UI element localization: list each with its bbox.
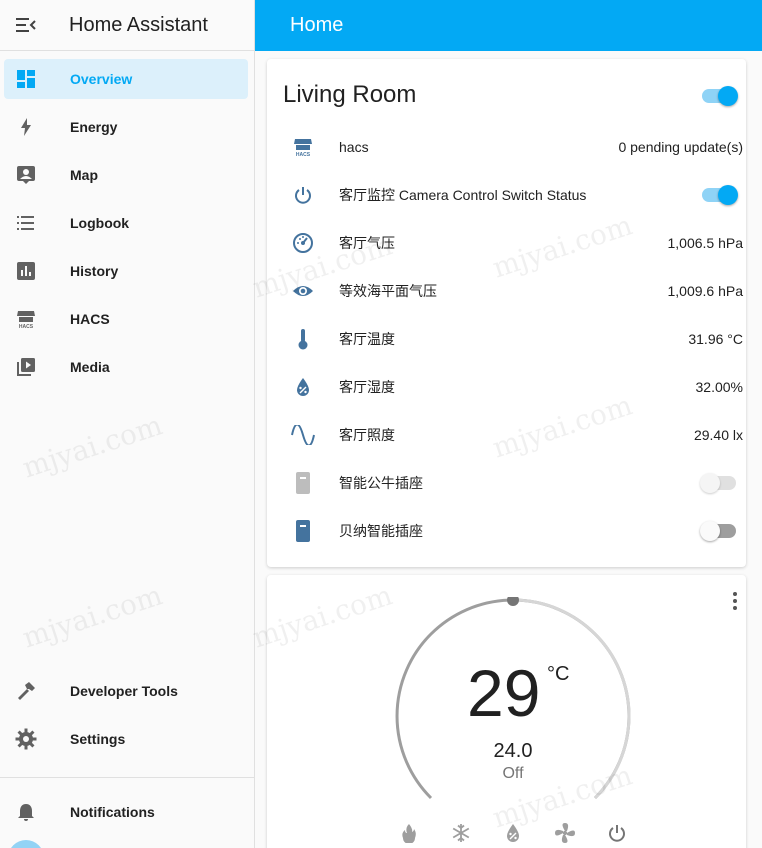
entity-value: 29.40 lx: [693, 427, 743, 443]
thermometer-icon: [291, 327, 315, 351]
sidebar-header: Home Assistant: [0, 0, 254, 51]
water-percent-icon[interactable]: [501, 821, 525, 845]
user-avatar[interactable]: [8, 840, 44, 848]
lightning-bolt-icon: [4, 117, 48, 137]
entity-row-hacs[interactable]: HACS hacs 0 pending update(s): [267, 127, 746, 167]
current-temperature: 29: [467, 656, 541, 730]
view-dashboard-icon: [4, 69, 48, 89]
sidebar-item-logbook[interactable]: Logbook: [4, 203, 248, 243]
eye-icon: [291, 279, 315, 303]
fan-icon[interactable]: [553, 821, 577, 845]
card-title: Living Room: [283, 81, 417, 108]
sidebar-item-map[interactable]: Map: [4, 155, 248, 195]
entity-name: 等效海平面气压: [339, 283, 437, 299]
sidebar-item-label: Settings: [70, 731, 126, 747]
bull-socket-toggle[interactable]: [700, 472, 738, 494]
entity-row-sea-level-pressure[interactable]: 等效海平面气压 1,009.6 hPa: [267, 271, 746, 311]
hacs-icon: HACS: [291, 135, 315, 159]
sidebar-item-hacs[interactable]: HACS HACS: [4, 299, 248, 339]
living-room-card: Living Room HACS hacs 0 pending update(s…: [267, 59, 746, 567]
menu-open-icon: [16, 18, 36, 32]
entity-row-pressure[interactable]: 客厅气压 1,006.5 hPa: [267, 223, 746, 263]
power-socket-icon: [291, 471, 315, 495]
play-box-multiple-icon: [4, 357, 48, 377]
entity-name: 智能公牛插座: [339, 475, 423, 491]
account-box-icon: [4, 165, 48, 185]
sidebar-item-label: HACS: [70, 311, 110, 327]
entity-value: 1,006.5 hPa: [667, 235, 743, 251]
master-toggle[interactable]: [700, 85, 738, 107]
format-list-bulleted-icon: [4, 213, 48, 233]
entity-value: 32.00%: [695, 379, 743, 395]
entity-name: 客厅湿度: [339, 379, 395, 395]
power-icon[interactable]: [605, 821, 629, 845]
hammer-icon: [4, 681, 48, 701]
sidebar-item-notifications[interactable]: Notifications: [4, 792, 248, 832]
hacs-icon: HACS: [4, 309, 48, 329]
more-options-icon[interactable]: [725, 589, 745, 613]
sidebar-item-history[interactable]: History: [4, 251, 248, 291]
page-title: Home: [290, 14, 344, 36]
cog-icon: [4, 728, 48, 750]
svg-text:HACS: HACS: [296, 152, 311, 157]
entity-name: 客厅气压: [339, 235, 395, 251]
menu-toggle-button[interactable]: [0, 0, 52, 51]
sidebar-item-overview[interactable]: Overview: [4, 59, 248, 99]
temperature-unit: °C: [547, 663, 570, 685]
bena-socket-toggle[interactable]: [700, 520, 738, 542]
sidebar-item-developer-tools[interactable]: Developer Tools: [4, 671, 248, 711]
sidebar-item-label: Logbook: [70, 215, 130, 231]
entity-name: 贝纳智能插座: [339, 523, 423, 539]
entity-row-humidity[interactable]: 客厅湿度 32.00%: [267, 367, 746, 407]
entity-row-camera-switch[interactable]: 客厅监控 Camera Control Switch Status: [267, 175, 746, 215]
sidebar-item-energy[interactable]: Energy: [4, 107, 248, 147]
top-app-bar: Home: [255, 0, 762, 51]
sidebar-item-label: Overview: [70, 71, 133, 87]
gauge-icon: [291, 231, 315, 255]
app-title: Home Assistant: [69, 13, 208, 36]
sidebar-item-label: Notifications: [70, 804, 155, 820]
thermostat-card: 29 °C 24.0 Off: [267, 575, 746, 848]
dial-handle[interactable]: [507, 597, 519, 606]
target-temperature: 24.0: [493, 740, 533, 762]
sidebar-divider: [0, 777, 254, 778]
power-icon: [291, 183, 315, 207]
sidebar-item-settings[interactable]: Settings: [4, 719, 248, 759]
sidebar-item-media[interactable]: Media: [4, 347, 248, 387]
fire-icon[interactable]: [397, 821, 421, 845]
entity-row-illuminance[interactable]: 客厅照度 29.40 lx: [267, 415, 746, 455]
entity-name: 客厅监控 Camera Control Switch Status: [339, 187, 587, 203]
entity-row-temperature[interactable]: 客厅温度 31.96 °C: [267, 319, 746, 359]
sidebar-item-label: Map: [70, 167, 98, 183]
camera-switch-toggle[interactable]: [700, 184, 738, 206]
entity-name: hacs: [339, 139, 369, 155]
snowflake-icon[interactable]: [449, 821, 473, 845]
sidebar-item-label: Developer Tools: [70, 683, 178, 699]
sine-wave-icon: [291, 423, 315, 447]
sidebar-item-label: Media: [70, 359, 110, 375]
entity-name: 客厅温度: [339, 331, 395, 347]
entity-row-bena-socket[interactable]: 贝纳智能插座: [267, 511, 746, 551]
power-socket-icon: [291, 519, 315, 543]
bell-icon: [4, 802, 48, 822]
svg-text:HACS: HACS: [19, 324, 34, 329]
sidebar-item-label: History: [70, 263, 119, 279]
entity-value: 1,009.6 hPa: [667, 283, 743, 299]
sidebar-item-label: Energy: [70, 119, 118, 135]
entity-row-bull-socket[interactable]: 智能公牛插座: [267, 463, 746, 503]
chart-box-icon: [4, 261, 48, 281]
entity-value: 0 pending update(s): [618, 139, 743, 155]
sidebar: Home Assistant Overview Energy Map Logbo…: [0, 0, 255, 848]
entity-value: 31.96 °C: [688, 331, 743, 347]
water-percent-icon: [291, 375, 315, 399]
entity-name: 客厅照度: [339, 427, 395, 443]
hvac-state: Off: [502, 765, 524, 782]
